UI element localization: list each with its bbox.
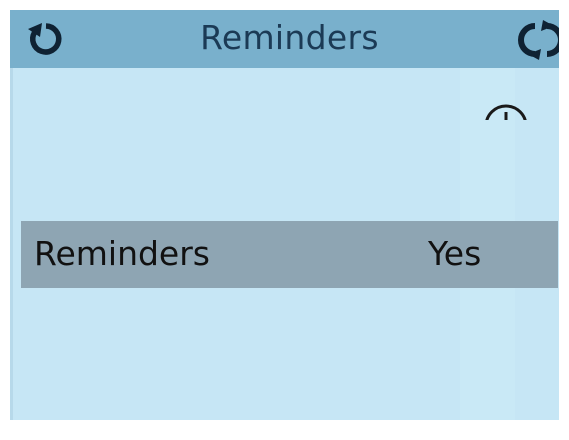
setting-row-reminders[interactable]: Reminders Yes	[21, 221, 558, 288]
screen-edge-shade	[10, 68, 13, 430]
setting-value: Yes	[428, 234, 482, 273]
device-screen: Reminders Reminders Yes	[10, 10, 569, 430]
page-title: Reminders	[200, 18, 379, 57]
clock-icon	[478, 98, 534, 120]
outer-frame-bottom	[0, 420, 569, 440]
title-bar: Reminders	[10, 10, 569, 68]
outer-frame-right	[559, 0, 569, 440]
setting-label: Reminders	[34, 234, 210, 273]
